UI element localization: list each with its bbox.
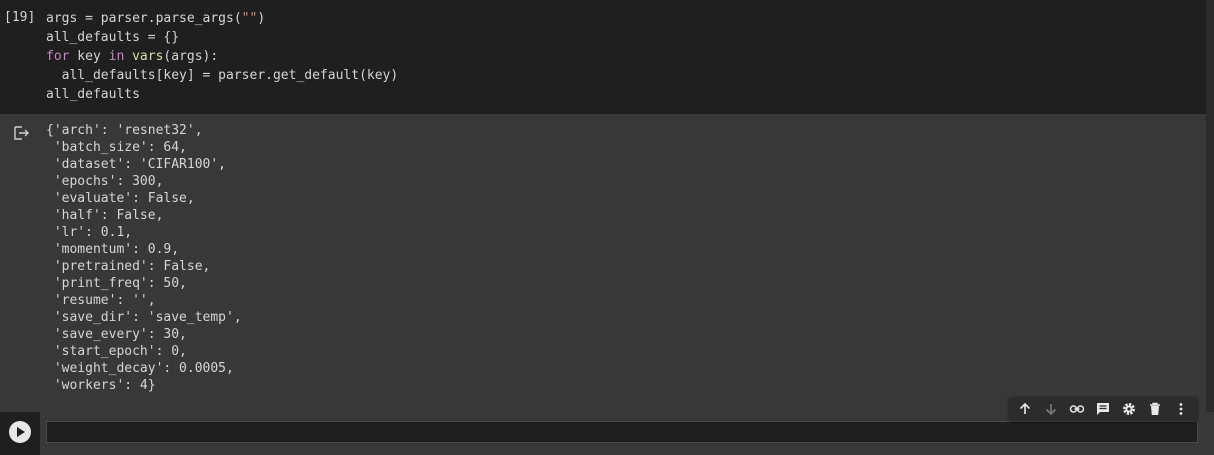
output-line: 'workers': 4} — [46, 378, 156, 393]
cell-gutter — [0, 412, 40, 455]
code-line[interactable]: all_defaults[key] = parser.get_default(k… — [46, 66, 399, 85]
code-token: in — [108, 49, 125, 64]
scrollbar[interactable] — [1206, 0, 1214, 412]
code-line[interactable]: all_defaults — [46, 85, 398, 104]
output-line: 'pretrained': False, — [46, 259, 211, 274]
output-line: 'momentum': 0.9, — [46, 242, 180, 257]
code-token: for — [46, 49, 70, 64]
delete-button[interactable] — [1144, 398, 1166, 420]
output-line: 'evaluate': False, — [46, 191, 195, 206]
comment-icon — [1097, 403, 1109, 415]
output-text: {'arch': 'resnet32', 'batch_size': 64, '… — [46, 122, 242, 394]
code-token: all_defaults = {} — [46, 30, 180, 45]
code-editor[interactable]: [19] args = parser.parse_args("") all_def… — [0, 0, 1206, 114]
output-line: 'weight_decay': 0.0005, — [46, 361, 234, 376]
cell-toolbar — [1009, 397, 1197, 421]
code-token: key — [69, 49, 109, 64]
output-line: 'save_dir': 'save_temp', — [46, 310, 242, 325]
output-line: 'resume': '', — [46, 293, 156, 308]
move-down-icon — [1045, 404, 1057, 416]
code-token: vars — [132, 49, 164, 64]
gear-icon — [1123, 403, 1135, 415]
code-line[interactable]: for key in vars(args): — [46, 47, 398, 66]
code-cell-19: [19] args = parser.parse_args("") all_def… — [0, 0, 1214, 412]
code-token: all_defaults[key] = parser.get_default(k… — [46, 68, 399, 83]
code-token: ) — [257, 11, 266, 26]
output-line: 'batch_size': 64, — [46, 140, 187, 155]
move-down-button[interactable] — [1040, 398, 1062, 420]
output-icon[interactable] — [12, 124, 30, 142]
output-line: 'print_freq': 50, — [46, 276, 187, 291]
output-line: 'epochs': 300, — [46, 174, 164, 189]
code-line[interactable]: all_defaults = {} — [46, 28, 398, 47]
cell-output: {'arch': 'resnet32', 'batch_size': 64, '… — [0, 114, 1206, 412]
settings-button[interactable] — [1118, 398, 1140, 420]
more-vert-icon — [1179, 403, 1183, 415]
code-token: (args): — [163, 49, 219, 64]
output-line: 'half': False, — [46, 208, 164, 223]
code-token: args = parser.parse_args( — [46, 11, 242, 26]
output-line: 'start_epoch': 0, — [46, 344, 187, 359]
code-token: all_defaults — [46, 87, 140, 102]
code-editor-empty[interactable] — [46, 421, 1198, 443]
output-line: {'arch': 'resnet32', — [46, 123, 203, 138]
link-icon — [1069, 405, 1085, 413]
link-button[interactable] — [1066, 398, 1088, 420]
output-line: 'dataset': 'CIFAR100', — [46, 157, 227, 172]
code-line[interactable]: args = parser.parse_args("") — [46, 9, 398, 28]
move-up-button[interactable] — [1014, 398, 1036, 420]
execution-count: [19] — [4, 10, 36, 25]
code-lines[interactable]: args = parser.parse_args("") all_defaults… — [46, 9, 398, 104]
output-line: 'save_every': 30, — [46, 327, 187, 342]
code-token: "" — [241, 11, 258, 26]
more-options-button[interactable] — [1170, 398, 1192, 420]
run-cell-button[interactable] — [9, 421, 31, 443]
move-up-icon — [1019, 402, 1031, 414]
comment-button[interactable] — [1092, 398, 1114, 420]
output-line: 'lr': 0.1, — [46, 225, 133, 240]
trash-icon — [1150, 402, 1160, 415]
play-icon — [17, 427, 25, 437]
